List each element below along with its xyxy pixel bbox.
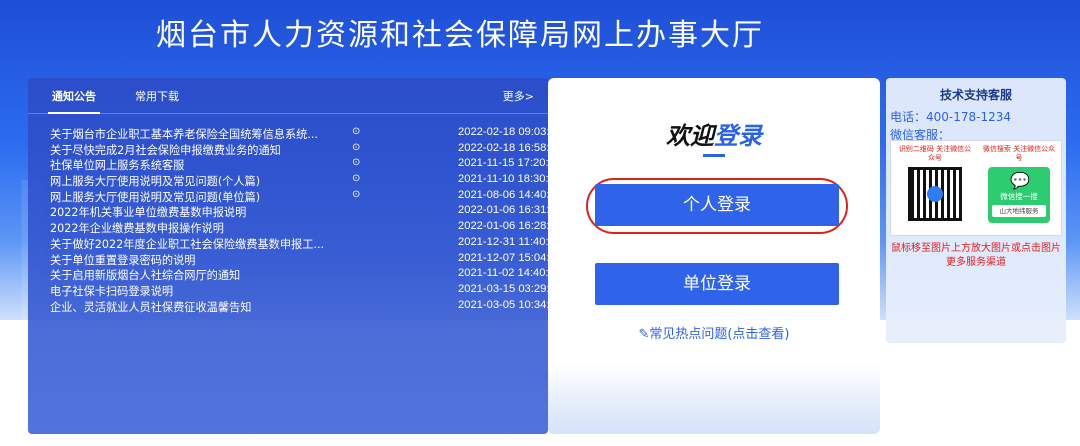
- notice-time: 2022-02-18 09:03:23: [458, 126, 562, 138]
- notice-time: 2021-12-07 15:04:36: [458, 251, 562, 264]
- wave-decoration: [548, 364, 880, 434]
- pin-icon: ⊙: [352, 157, 361, 169]
- personal-login-button[interactable]: 个人登录: [595, 184, 839, 226]
- page-title: 烟台市人力资源和社会保障局网上办事大厅: [156, 18, 764, 53]
- wechat-icon: 💬: [1010, 171, 1030, 190]
- wechat-search-box: 山大地纬服务: [992, 205, 1046, 217]
- wechat-search-card[interactable]: 💬 微信搜一搜 山大地纬服务: [988, 167, 1050, 223]
- login-text: 登录: [714, 122, 762, 150]
- notice-item[interactable]: 关于烟台市企业职工基本养老保险全国统筹信息系统... ⊙ 2022-02-18 09…: [50, 126, 562, 142]
- qr-left: 识别二维码 关注微信公众号: [897, 145, 973, 233]
- notice-title: 电子社保卡扫码登录说明: [50, 284, 174, 298]
- welcome-underline: [703, 154, 725, 157]
- notice-time: 2021-11-02 14:40:30: [458, 267, 562, 280]
- qr-card[interactable]: 识别二维码 关注微信公众号 微信搜索 关注微信公众号 💬 微信搜一搜 山大地纬服…: [890, 140, 1062, 236]
- notice-item[interactable]: 电子社保卡扫码登录说明 2021-03-15 03:29:10: [50, 283, 562, 299]
- tab-downloads[interactable]: 常用下载: [135, 88, 179, 104]
- notice-title: 社保单位网上服务系统客服: [50, 159, 185, 173]
- notice-list: 关于烟台市企业职工基本养老保险全国统筹信息系统... ⊙ 2022-02-18 09…: [50, 126, 562, 315]
- wechat-search-label: 微信搜一搜: [1000, 192, 1038, 201]
- notice-title: 2022年企业缴费基数申报操作说明: [50, 222, 224, 236]
- qr-right-caption: 微信搜索 关注微信公众号: [982, 145, 1056, 162]
- notice-item[interactable]: 2022年企业缴费基数申报操作说明 2022-01-06 16:28:22: [50, 220, 562, 236]
- notice-item[interactable]: 关于尽快完成2月社会保险申报缴费业务的通知 ⊙ 2022-02-18 16:58:5…: [50, 141, 562, 158]
- unit-login-button[interactable]: 单位登录: [595, 263, 839, 305]
- pin-icon: ⊙: [352, 188, 361, 200]
- qr-left-caption: 识别二维码 关注微信公众号: [898, 145, 972, 162]
- qr-code-image[interactable]: [908, 167, 962, 221]
- tab-notices[interactable]: 通知公告: [48, 88, 100, 114]
- qr-right: 微信搜索 关注微信公众号 💬 微信搜一搜 山大地纬服务: [981, 145, 1057, 233]
- support-panel: 技术支持客服 电话：400-178-1234 微信客服： 识别二维码 关注微信公…: [886, 78, 1066, 343]
- notice-item[interactable]: 关于做好2022年度企业职工社会保险缴费基数申报工... 2021-12-31 1…: [50, 236, 561, 252]
- notice-time: 2022-01-06 16:31:13: [458, 204, 562, 217]
- notice-item[interactable]: 网上服务大厅使用说明及常见问题(单位篇) ⊙ 2021-08-06 14:40:26: [50, 188, 562, 205]
- pin-icon: ⊙: [352, 141, 361, 153]
- notice-title: 企业、灵活就业人员社保费征收温馨告知: [50, 300, 252, 314]
- pin-icon: ⊙: [352, 126, 361, 137]
- notice-item[interactable]: 社保单位网上服务系统客服 ⊙ 2021-11-15 17:20:56: [50, 157, 561, 173]
- notice-time: 2022-01-06 16:28:22: [458, 220, 562, 233]
- notice-time: 2021-11-10 18:30:33: [458, 173, 562, 186]
- more-link[interactable]: 更多>: [503, 88, 534, 104]
- notice-time: 2021-12-31 11:40:22: [458, 235, 562, 248]
- welcome-text: 欢迎: [666, 122, 714, 150]
- notice-time: 2021-03-15 03:29:10: [458, 282, 562, 295]
- welcome-heading: 欢迎登录: [548, 116, 880, 151]
- notice-title: 关于单位重置登录密码的说明: [50, 253, 196, 267]
- notice-title: 2022年机关事业单位缴费基数申报说明: [50, 206, 247, 220]
- notice-time: 2021-03-05 10:34:42: [458, 298, 562, 311]
- notice-title: 关于启用新版烟台人社综合网厅的通知: [50, 269, 241, 283]
- support-phone: 电话：400-178-1234: [890, 110, 1012, 124]
- pin-icon: ⊙: [352, 173, 361, 185]
- notice-title: 关于尽快完成2月社会保险申报缴费业务的通知: [50, 143, 281, 157]
- notice-item[interactable]: 关于启用新版烟台人社综合网厅的通知 2021-11-02 14:40:30: [50, 267, 561, 283]
- login-panel: 欢迎登录 个人登录 单位登录 ✎常见热点问题(点击查看): [548, 78, 880, 434]
- notice-item[interactable]: 2022年机关事业单位缴费基数申报说明 2022-01-06 16:31:13: [50, 204, 562, 220]
- notice-tabs: 通知公告 常用下载 更多>: [28, 78, 548, 114]
- notice-time: 2022-02-18 16:58:54: [458, 141, 562, 154]
- support-title: 技术支持客服: [939, 88, 1012, 102]
- notice-title: 网上服务大厅使用说明及常见问题(个人篇): [50, 175, 261, 189]
- notice-title: 关于烟台市企业职工基本养老保险全国统筹信息系统...: [50, 128, 318, 141]
- notice-time: 2021-08-06 14:40:26: [458, 188, 562, 201]
- notice-item[interactable]: 网上服务大厅使用说明及常见问题(个人篇) ⊙ 2021-11-10 18:30:33: [50, 173, 561, 189]
- notice-title: 关于做好2022年度企业职工社会保险缴费基数申报工...: [50, 237, 325, 251]
- support-note: 鼠标移至图片上方放大图片或点击图片 更多服务渠道: [891, 243, 1061, 268]
- notice-item[interactable]: 关于单位重置登录密码的说明 2021-12-07 15:04:36: [50, 252, 562, 268]
- faq-link[interactable]: ✎常见热点问题(点击查看): [548, 323, 880, 342]
- notice-time: 2021-11-15 17:20:56: [458, 157, 562, 170]
- notice-item[interactable]: 企业、灵活就业人员社保费征收温馨告知 2021-03-05 10:34:42: [50, 299, 562, 315]
- notice-panel: 通知公告 常用下载 更多> 关于烟台市企业职工基本养老保险全国统筹信息系统...…: [28, 78, 562, 434]
- notice-title: 网上服务大厅使用说明及常见问题(单位篇): [50, 190, 261, 204]
